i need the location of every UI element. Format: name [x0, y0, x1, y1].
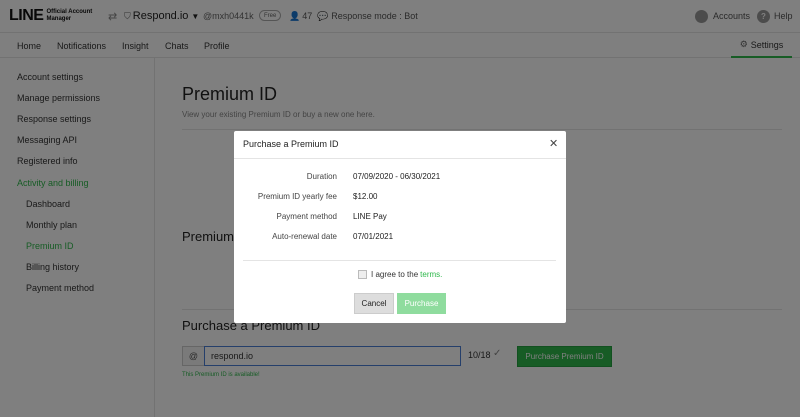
payment-method-value: LINE Pay	[353, 212, 387, 221]
purchase-button[interactable]: Purchase	[397, 293, 446, 314]
terms-link[interactable]: terms.	[420, 270, 442, 279]
close-icon[interactable]: ✕	[549, 137, 558, 150]
modal-title: Purchase a Premium ID	[243, 139, 339, 149]
payment-method-label: Payment method	[276, 212, 337, 221]
auto-renewal-value: 07/01/2021	[353, 232, 394, 241]
duration-label: Duration	[306, 172, 337, 181]
cancel-button[interactable]: Cancel	[354, 293, 394, 314]
divider	[243, 260, 556, 261]
duration-value: 07/09/2020 - 06/30/2021	[353, 172, 441, 181]
agree-checkbox[interactable]	[358, 270, 367, 279]
purchase-modal: Purchase a Premium ID ✕ Duration 07/09/2…	[234, 131, 566, 323]
yearly-fee-value: $12.00	[353, 192, 378, 201]
yearly-fee-label: Premium ID yearly fee	[257, 192, 337, 201]
divider	[234, 158, 566, 159]
auto-renewal-label: Auto-renewal date	[272, 232, 337, 241]
agree-text: I agree to the	[371, 270, 419, 279]
agree-terms: I agree to the terms.	[358, 270, 442, 279]
